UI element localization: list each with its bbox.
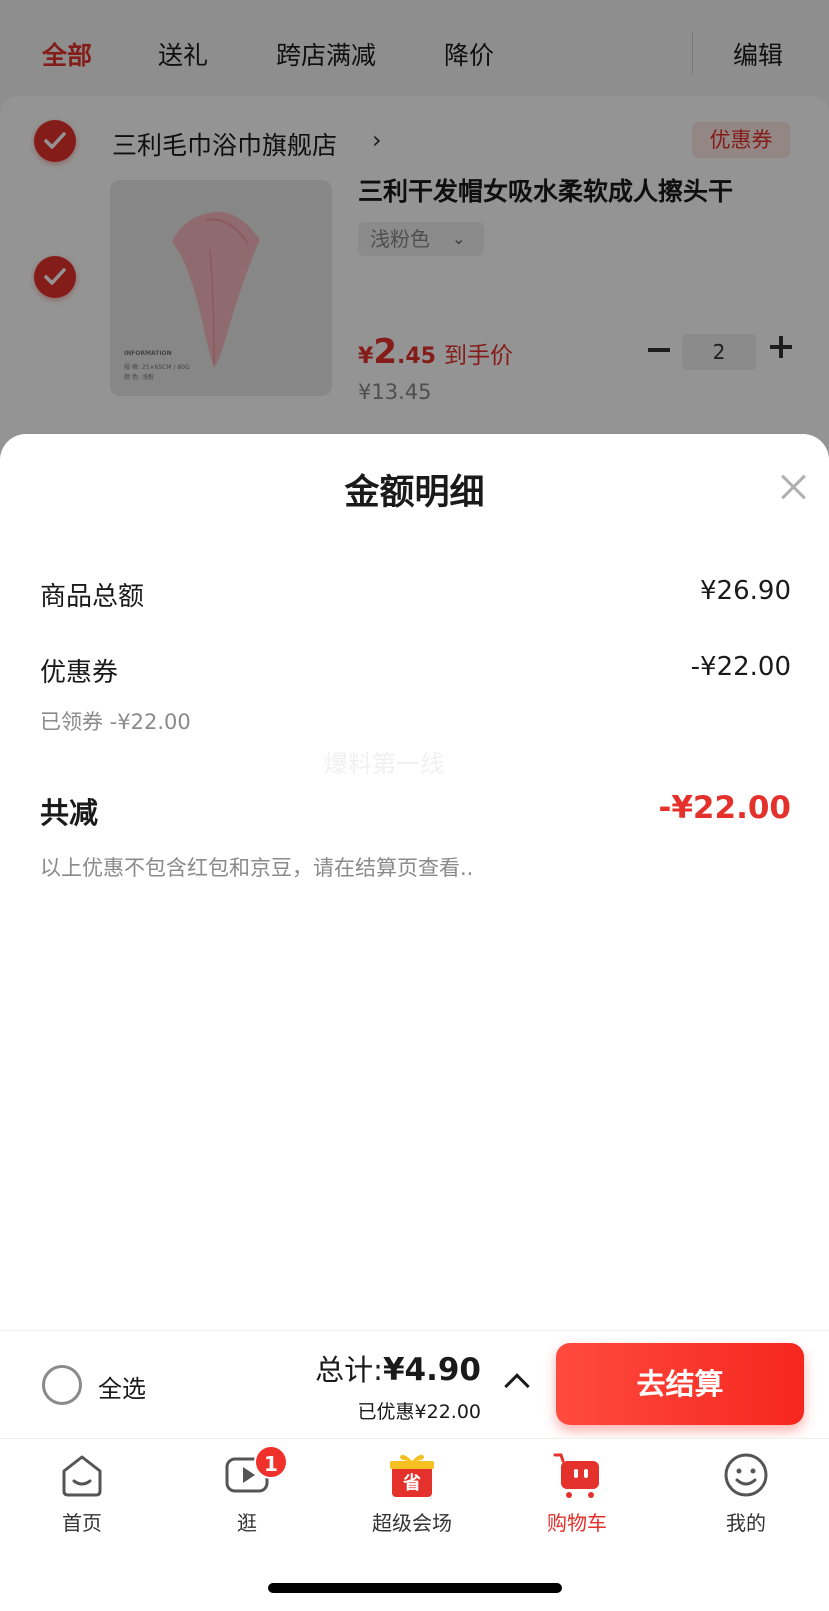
shop-checkbox[interactable] [34,120,76,162]
tab-price-drop[interactable]: 降价 [444,36,494,72]
nav-label-super-venue: 超级会场 [372,1511,452,1535]
spec-label: 浅粉色 [370,227,430,251]
nav-label-mine: 我的 [726,1511,766,1535]
tab-gift[interactable]: 送礼 [158,36,208,72]
shop-card: 三利毛巾浴巾旗舰店 › 优惠券 INFORMATION 规 格: 25×65CM… [0,96,829,476]
original-price: ¥13.45 [358,380,432,404]
product-title[interactable]: 三利干发帽女吸水柔软成人擦头干 [358,172,733,208]
price-label: 到手价 [443,343,513,369]
nav-label-home: 首页 [62,1511,102,1535]
check-icon [44,268,66,285]
coupon-tag[interactable]: 优惠券 [692,122,790,158]
price-integer: 2 [373,332,397,372]
saved-amount: 已优惠¥22.00 [357,1401,481,1423]
image-info-title: INFORMATION [124,350,172,357]
cart-icon [553,1453,599,1498]
select-all-radio[interactable] [42,1365,82,1405]
price-decimal: .45 [396,344,436,369]
home-icon [62,1455,102,1497]
spec-selector[interactable]: 浅粉色 ⌄ [358,222,484,256]
shop-arrow-icon[interactable]: › [372,126,382,154]
total-amount: ¥4.90 [382,1352,481,1388]
goods-total-value: ¥26.90 [700,576,791,606]
coupon-label: 优惠券 [40,658,119,688]
nav-item-browse[interactable]: 逛 [182,1451,312,1543]
product-checkbox[interactable] [34,256,76,298]
nav-item-cart[interactable]: 购物车 [512,1451,642,1543]
nav-item-mine[interactable]: 我的 [681,1451,811,1543]
coupon-sub-text: 已领券 -¥22.00 [40,710,191,734]
select-all-label[interactable]: 全选 [98,1369,146,1404]
close-icon[interactable] [780,474,806,500]
quantity-plus-button[interactable] [770,336,792,358]
check-icon [44,132,66,149]
cart-page: 全部 送礼 跨店满减 降价 编辑 三利毛巾浴巾旗舰店 › 优惠券 INFORMA… [0,0,829,476]
final-price: ¥2.45 到手价 [358,332,513,372]
profile-smile-icon [724,1453,768,1497]
gift-save-icon: 省 [390,1454,434,1497]
nav-item-home[interactable]: 首页 [17,1451,147,1543]
home-indicator [268,1583,562,1593]
total-reduce-value: -¥22.00 [658,790,792,826]
tab-divider [692,32,693,74]
chevron-up-icon[interactable] [504,1373,530,1399]
watermark: 爆料第一线 [324,750,444,778]
notification-badge: 1 [254,1445,288,1479]
shop-name[interactable]: 三利毛巾浴巾旗舰店 [112,126,337,162]
checkout-button[interactable]: 去结算 [556,1343,804,1425]
image-info-color: 颜 色: 浅粉 [124,374,154,381]
checkout-bar: 全选 总计:¥4.90 已优惠¥22.00 去结算 [0,1330,829,1438]
image-info-size: 规 格: 25×65CM / 80G [124,364,190,371]
chevron-down-icon: ⌄ [452,229,466,248]
coupon-value: -¥22.00 [690,652,791,682]
bottom-nav: 首页 逛 1 省 超级会场 购物车 我的 [0,1438,829,1611]
tab-cross-store-discount[interactable]: 跨店满减 [276,36,376,72]
cart-filter-tabs: 全部 送礼 跨店满减 降价 编辑 [0,0,829,96]
amount-detail-sheet: 金额明细 商品总额 ¥26.90 优惠券 -¥22.00 已领券 -¥22.00… [0,434,829,1330]
price-symbol: ¥ [358,344,374,369]
nav-label-cart: 购物车 [547,1511,607,1535]
goods-total-label: 商品总额 [40,582,145,612]
discount-note: 以上优惠不包含红包和京豆，请在结算页查看.. [40,856,474,880]
total-price: 总计:¥4.90 [315,1347,481,1389]
total-reduce-label: 共减 [40,796,99,830]
quantity-input[interactable]: 2 [682,334,756,370]
sheet-title: 金额明细 [344,473,485,513]
quantity-minus-button[interactable] [648,348,670,352]
edit-button[interactable]: 编辑 [733,36,783,72]
product-image[interactable]: INFORMATION 规 格: 25×65CM / 80G 颜 色: 浅粉 [110,180,332,396]
total-label: 总计: [315,1353,383,1387]
nav-label-browse: 逛 [237,1511,257,1535]
nav-item-super-venue[interactable]: 省 超级会场 [347,1451,477,1543]
svg-text:省: 省 [402,1472,421,1494]
tab-all[interactable]: 全部 [42,36,92,72]
